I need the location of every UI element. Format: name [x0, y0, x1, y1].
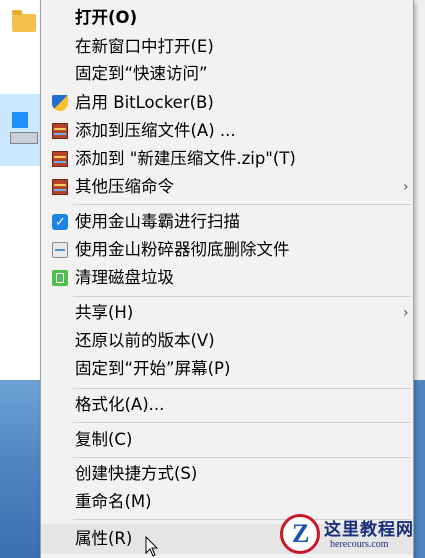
watermark-logo: Z 这里教程网 herecours.com	[280, 512, 425, 558]
watermark-title: 这里教程网	[324, 520, 414, 540]
menu-item-label: 打开(O)	[75, 8, 138, 27]
watermark-letter: Z	[292, 519, 310, 548]
kingsoft-antivirus-icon	[52, 211, 68, 235]
menu-item-label: 属性(R)	[75, 529, 133, 548]
menu-item-label: 使用金山粉碎器彻底删除文件	[75, 240, 290, 259]
menu-item-open-new-window[interactable]: 在新窗口中打开(E)	[41, 35, 413, 59]
shredder-icon	[52, 242, 68, 258]
windows-logo-icon	[12, 112, 28, 128]
menu-item-clean-disk[interactable]: 清理磁盘垃圾	[41, 266, 413, 290]
menu-item-label: 启用 BitLocker(B)	[75, 93, 214, 112]
menu-item-rename[interactable]: 重命名(M)	[41, 490, 413, 514]
folder-icon[interactable]	[12, 10, 36, 32]
archive-icon	[52, 123, 68, 139]
context-menu: 打开(O) 在新窗口中打开(E) 固定到“快速访问” 启用 BitLocker(…	[40, 0, 414, 558]
watermark-subtitle: herecours.com	[330, 539, 389, 550]
menu-item-restore-versions[interactable]: 还原以前的版本(V)	[41, 329, 413, 353]
archive-icon	[52, 179, 68, 195]
menu-item-format[interactable]: 格式化(A)...	[41, 393, 413, 417]
submenu-arrow-icon: ›	[403, 305, 409, 321]
menu-item-add-archive[interactable]: 添加到压缩文件(A) ...	[41, 119, 413, 143]
menu-item-label: 复制(C)	[75, 430, 133, 449]
drive-icon[interactable]	[10, 108, 38, 148]
menu-separator	[73, 204, 411, 205]
menu-item-label: 其他压缩命令	[75, 177, 174, 196]
trash-clean-icon	[52, 270, 68, 286]
menu-item-label: 添加到 "新建压缩文件.zip"(T)	[75, 149, 296, 168]
menu-item-copy[interactable]: 复制(C)	[41, 428, 413, 452]
menu-separator	[73, 388, 411, 389]
menu-item-add-zip[interactable]: 添加到 "新建压缩文件.zip"(T)	[41, 147, 413, 171]
menu-item-label: 在新窗口中打开(E)	[75, 37, 214, 56]
menu-item-label: 共享(H)	[75, 303, 134, 322]
menu-item-label: 重命名(M)	[75, 492, 152, 511]
menu-separator	[73, 422, 411, 423]
submenu-arrow-icon: ›	[403, 179, 409, 195]
menu-item-open[interactable]: 打开(O)	[41, 6, 413, 30]
menu-item-kingsoft-shred[interactable]: 使用金山粉碎器彻底删除文件	[41, 238, 413, 262]
menu-separator	[73, 457, 411, 458]
menu-item-share[interactable]: 共享(H) ›	[41, 301, 413, 325]
menu-item-label: 创建快捷方式(S)	[75, 464, 198, 483]
menu-item-label: 添加到压缩文件(A) ...	[75, 121, 236, 140]
menu-separator	[73, 296, 411, 297]
watermark-emblem-icon: Z	[280, 514, 320, 554]
shield-icon	[52, 95, 68, 111]
archive-icon	[52, 151, 68, 167]
menu-item-label: 还原以前的版本(V)	[75, 331, 215, 350]
menu-item-bitlocker[interactable]: 启用 BitLocker(B)	[41, 91, 413, 115]
menu-item-pin-quick-access[interactable]: 固定到“快速访问”	[41, 62, 413, 86]
menu-item-label: 固定到“开始”屏幕(P)	[75, 359, 231, 378]
menu-item-create-shortcut[interactable]: 创建快捷方式(S)	[41, 462, 413, 486]
menu-item-kingsoft-scan[interactable]: 使用金山毒霸进行扫描	[41, 210, 413, 235]
menu-item-label: 格式化(A)...	[75, 395, 165, 414]
menu-item-label: 固定到“快速访问”	[75, 64, 208, 83]
menu-item-other-compress[interactable]: 其他压缩命令 ›	[41, 175, 413, 199]
menu-item-pin-start[interactable]: 固定到“开始”屏幕(P)	[41, 357, 413, 381]
menu-item-label: 使用金山毒霸进行扫描	[75, 212, 240, 231]
menu-item-label: 清理磁盘垃圾	[75, 268, 174, 287]
mouse-cursor-icon	[145, 536, 159, 557]
disk-icon	[10, 132, 38, 144]
